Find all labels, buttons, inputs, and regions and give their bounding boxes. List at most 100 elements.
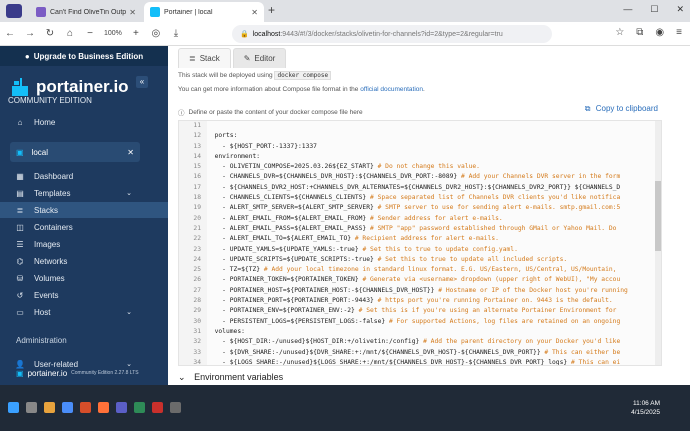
sidebar-item-label: Networks [34,256,68,266]
editor-line: 24 - UPDATE_SCRIPTS=${UPDATE_SCRIPTS:-tr… [179,254,661,266]
line-comment: # Add your Channels DVR server in the fo… [457,173,621,181]
home-icon: ⌂ [17,117,23,127]
app-icon[interactable] [134,402,145,413]
reload-icon[interactable]: ↻ [40,28,60,39]
editor-line: 22 - ALERT_EMAIL_TO=${ALERT_EMAIL_TO} # … [179,234,661,245]
editor-line: 29 - PORTAINER_ENV=${PORTAINER_ENV:-2} #… [179,306,661,317]
line-comment: # SMTP "app" password established throug… [366,224,617,232]
sidebar-item-label: Events [34,290,59,300]
maximize-icon[interactable]: ☐ [650,4,658,15]
line-comment: # Space separated list of Channels DVR c… [366,194,621,202]
copy-to-clipboard-button[interactable]: ⧉ Copy to clipboard [585,104,658,114]
editor-scrollbar[interactable] [655,121,661,365]
home-icon[interactable]: ⌂ [60,28,80,39]
line-comment: # https port you're running Portainer on… [373,297,613,305]
sidebar-item-dashboard[interactable]: ▦ Dashboard [0,168,168,184]
official-documentation-link[interactable]: official documentation [360,86,423,93]
tab-actions-icon[interactable] [6,4,22,18]
editor-line: 20 - ALERT_EMAIL_FROM=${ALERT_EMAIL_FROM… [179,213,661,224]
line-code: - ALERT_EMAIL_PASS=${ALERT_EMAIL_PASS} [207,224,367,232]
sidebar-item-label: Images [34,239,61,249]
editor-line: 18 - CHANNELS_CLIENTS=${CHANNELS_CLIENTS… [179,193,661,204]
close-tab-icon[interactable]: ✕ [129,8,136,17]
chevron-down-icon: ⌄ [178,372,186,382]
editor-line: 26 - PORTAINER_TOKEN=${PORTAINER_TOKEN} … [179,275,661,286]
line-code: - PORTAINER_TOKEN=${PORTAINER_TOKEN} [207,276,359,284]
menu-icon[interactable]: ≡ [676,27,682,38]
forward-icon[interactable]: → [20,28,40,39]
sidebar-item-containers[interactable]: ◫ Containers [0,219,168,235]
sidebar-item-events[interactable]: ↺ Events [0,287,168,303]
address-bar[interactable]: 🔒 localhost:9443/#!/3/docker/stacks/oliv… [232,25,552,43]
app-icon[interactable] [170,402,181,413]
sidebar-item-volumes[interactable]: ⛁ Volumes [0,270,168,286]
edge-icon[interactable] [62,402,73,413]
environment-variables-toggle[interactable]: ⌄ Environment variables [178,372,283,383]
app-icon[interactable] [152,402,163,413]
sidebar-item-label: Templates [34,188,71,198]
sidebar-item-templates[interactable]: ▤ Templates ⌄ [0,185,168,201]
line-number: 33 [179,347,207,358]
line-code: - CHANNELS_DVR=${CHANNELS_DVR_HOST}:${CH… [207,173,458,181]
portainer-logo[interactable]: portainer.io [10,76,129,98]
profile-icon[interactable]: ◉ [655,27,664,38]
screenshot-icon[interactable]: ◎ [146,28,166,39]
editor-line: 11 [179,121,661,132]
line-code: - ${LOGS_SHARE:-/unused}${LOGS_SHARE:+:/… [207,358,568,366]
line-number: 23 [179,244,207,255]
close-environment-icon[interactable]: ✕ [127,148,134,157]
compose-editor[interactable]: 11 12 ports: 13 - ${HOST_PORT:-1337}:1337 1… [178,120,662,366]
close-window-icon[interactable]: ✕ [676,4,684,15]
clock[interactable]: 11:06 AM 4/15/2025 [631,399,660,417]
upgrade-icon: ● [24,51,30,61]
tab-editor[interactable]: ✎ Editor [232,48,287,68]
zoom-in-icon[interactable]: + [126,28,146,39]
upgrade-label: Upgrade to Business Edition [33,51,144,61]
firefox-icon[interactable] [98,402,109,413]
sidebar-item-networks[interactable]: ⌬ Networks [0,253,168,269]
line-number: 19 [179,203,207,214]
sidebar-item-stacks[interactable]: ≣ Stacks [0,202,168,218]
line-number: 18 [179,193,207,204]
line-number: 26 [179,275,207,286]
editor-line: 30 - PERSISTENT_LOGS=${PERSISTENT_LOGS:-… [179,316,661,327]
copy-icon: ⧉ [584,104,591,113]
extensions-icon[interactable]: ⧉ [636,27,643,38]
start-icon[interactable] [8,402,19,413]
sidebar-item-label: Stacks [34,205,59,215]
line-number: 20 [179,213,207,224]
bookmark-icon[interactable]: ☆ [615,27,624,38]
line-number: 17 [179,182,207,194]
minimize-icon[interactable]: — [623,4,632,15]
zoom-level: 100% [104,30,122,37]
file-explorer-icon[interactable] [44,402,55,413]
app-icon[interactable] [80,402,91,413]
line-comment: # Set this is if you're using an alterna… [354,307,617,315]
sidebar-item-host[interactable]: ▭ Host ⌄ [0,304,168,320]
new-tab-icon[interactable]: + [268,4,275,16]
browser-tab-olivetin[interactable]: Can't Find OliveTin Output File - Pl ✕ [30,2,142,22]
close-tab-icon[interactable]: ✕ [251,8,258,17]
download-icon[interactable]: ⤓ [166,28,186,39]
tab-stack[interactable]: ≣ Stack [178,48,231,68]
browser-tab-portainer[interactable]: Portainer | local ✕ [144,2,264,22]
back-icon[interactable]: ← [0,28,20,39]
line-code: volumes: [207,327,245,335]
editor-line: 12 ports: [179,131,661,142]
line-number: 14 [179,151,207,163]
upgrade-button[interactable]: ● Upgrade to Business Edition [0,46,168,66]
line-comment: # This can ei [567,358,621,366]
search-icon[interactable] [26,402,37,413]
browser-tab-bar: Can't Find OliveTin Output File - Pl ✕ P… [0,0,690,22]
collapse-sidebar-icon[interactable]: « [136,76,148,88]
sidebar: ● Upgrade to Business Edition portainer.… [0,46,168,385]
url-path: :9443/#!/3/docker/stacks/olivetin-for-ch… [280,30,503,38]
environment-selector[interactable]: ▣ local ✕ [10,142,140,162]
line-code: - PORTAINER_ENV=${PORTAINER_ENV:-2} [207,307,355,315]
line-number: 16 [179,172,207,183]
sidebar-item-label: Home [34,117,56,127]
sidebar-item-home[interactable]: ⌂ Home [0,114,168,130]
sidebar-item-images[interactable]: ☰ Images [0,236,168,252]
zoom-out-icon[interactable]: − [80,28,100,39]
app-icon[interactable] [116,402,127,413]
